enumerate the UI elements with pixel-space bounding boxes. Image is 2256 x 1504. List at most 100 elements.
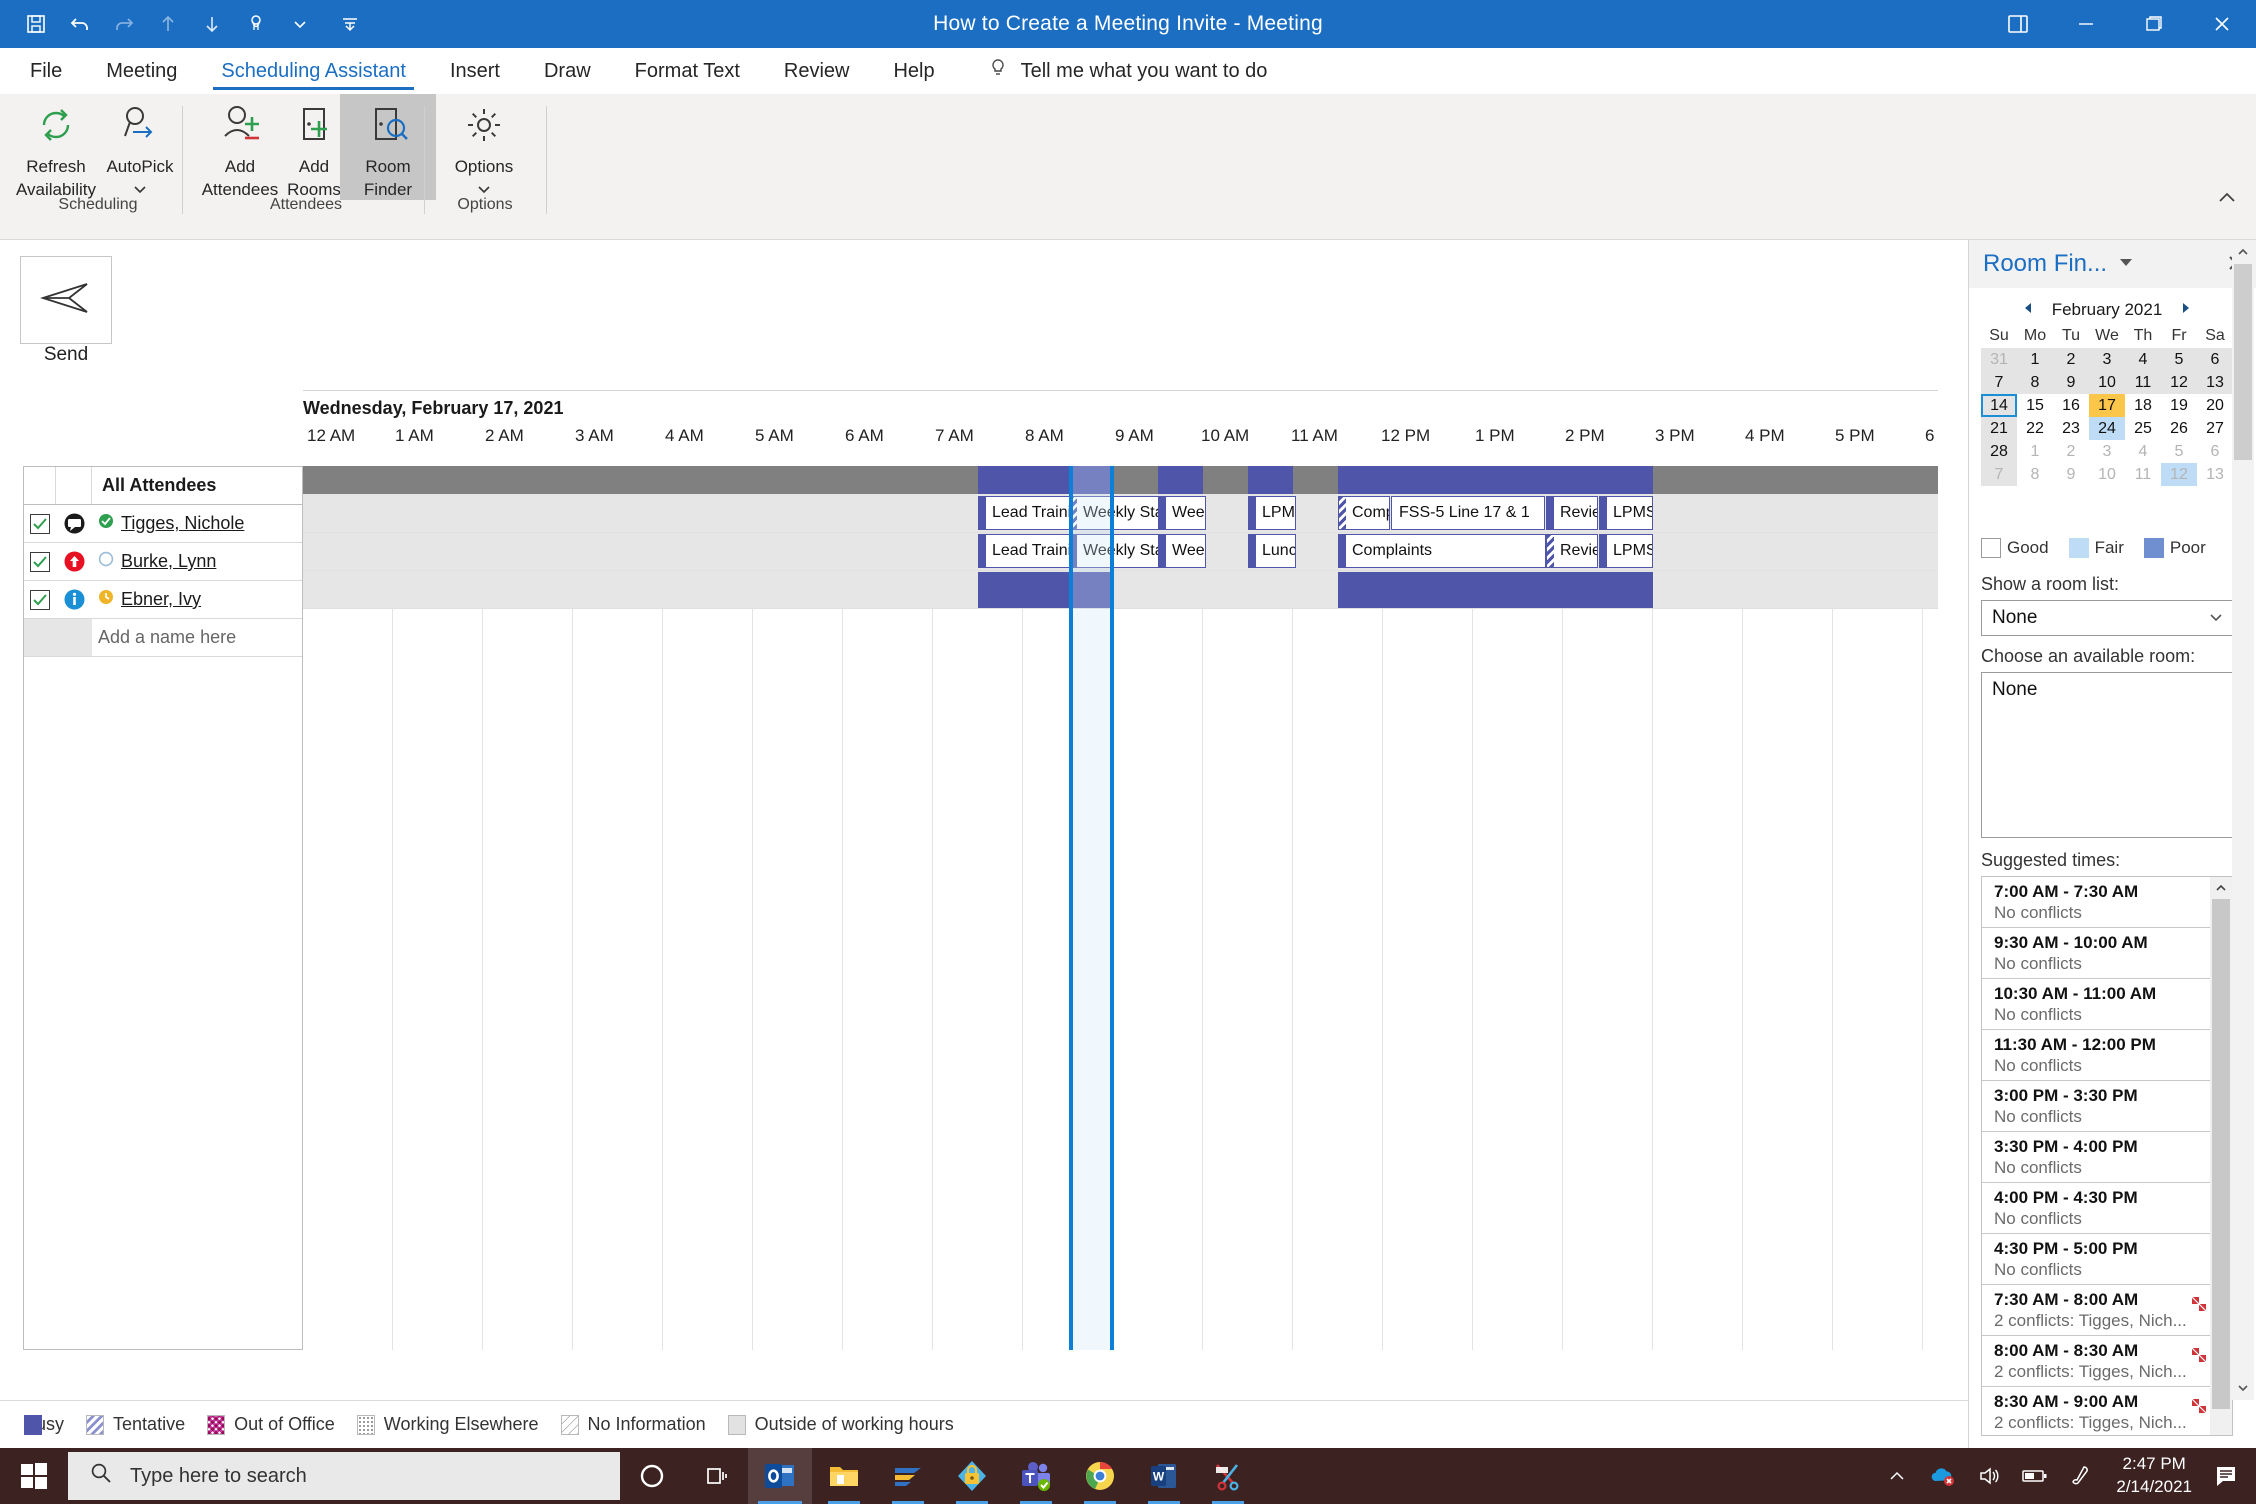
calendar-day[interactable]: 19 xyxy=(2161,394,2197,417)
task-view-icon[interactable] xyxy=(684,1448,748,1504)
calendar-day[interactable]: 6 xyxy=(2197,440,2233,463)
list-item[interactable]: 3:30 PM - 4:00 PM No conflicts xyxy=(1982,1132,2232,1183)
calendar-day[interactable]: 22 xyxy=(2017,417,2053,440)
pane-scrollbar-thumb[interactable] xyxy=(2234,264,2252,460)
room-finder-button[interactable]: Room Finder xyxy=(340,94,436,200)
calendar-day[interactable]: 31 xyxy=(1981,348,2017,371)
calendar-prev-icon[interactable] xyxy=(2016,301,2040,319)
tab-file[interactable]: File xyxy=(8,49,84,93)
tab-meeting[interactable]: Meeting xyxy=(84,49,199,93)
calendar-day[interactable]: 25 xyxy=(2125,417,2161,440)
calendar-day[interactable]: 27 xyxy=(2197,417,2233,440)
tab-help[interactable]: Help xyxy=(871,49,956,93)
calendar-next-icon[interactable] xyxy=(2174,301,2198,319)
calendar-day[interactable]: 14 xyxy=(1981,394,2017,417)
appointment-block[interactable]: LPMS xyxy=(1599,534,1653,568)
appointment-block[interactable]: Complaints xyxy=(1338,496,1390,530)
scrollbar-thumb[interactable] xyxy=(2212,899,2230,1409)
mail-app-icon[interactable] xyxy=(876,1448,940,1504)
resource-attendee-icon[interactable] xyxy=(56,588,92,611)
search-input[interactable]: Type here to search xyxy=(68,1452,620,1500)
action-center-icon[interactable] xyxy=(2204,1448,2250,1504)
list-item[interactable]: 10:30 AM - 11:00 AM No conflicts xyxy=(1982,979,2232,1030)
show-room-list-select[interactable]: None xyxy=(1981,600,2233,636)
minimize-button[interactable] xyxy=(2052,0,2120,48)
suggested-times-scrollbar[interactable] xyxy=(2210,877,2232,1435)
appointment-block[interactable]: Lead Training xyxy=(978,534,1073,568)
available-rooms-list[interactable]: None xyxy=(1981,672,2233,838)
calendar-day[interactable]: 26 xyxy=(2161,417,2197,440)
table-row[interactable]: Ebner, Ivy xyxy=(24,581,302,619)
appointment-block[interactable]: Lunch xyxy=(1248,534,1296,568)
attendee-checkbox[interactable] xyxy=(24,514,56,534)
table-row[interactable]: Burke, Lynn xyxy=(24,543,302,581)
add-name-placeholder[interactable]: Add a name here xyxy=(92,627,302,648)
microsoft-word-icon[interactable]: W xyxy=(1132,1448,1196,1504)
tab-scheduling-assistant[interactable]: Scheduling Assistant xyxy=(199,49,428,93)
calendar-day[interactable]: 2 xyxy=(2053,348,2089,371)
customize-qat-icon[interactable] xyxy=(328,4,372,44)
calendar-day[interactable]: 11 xyxy=(2125,371,2161,394)
calendar-day[interactable]: 1 xyxy=(2017,348,2053,371)
touch-mode-icon[interactable] xyxy=(234,4,278,44)
attendee-checkbox[interactable] xyxy=(24,590,56,610)
send-button[interactable] xyxy=(20,256,112,344)
attendee-checkbox[interactable] xyxy=(24,552,56,572)
calendar-day[interactable]: 4 xyxy=(2125,440,2161,463)
add-attendee-row[interactable]: Add a name here xyxy=(24,619,302,657)
calendar-day[interactable]: 20 xyxy=(2197,394,2233,417)
appointment-block[interactable]: Weekly Stand Up xyxy=(1069,496,1159,530)
calendar-day[interactable]: 13 xyxy=(2197,371,2233,394)
calendar-day[interactable]: 23 xyxy=(2053,417,2089,440)
onedrive-error-icon[interactable] xyxy=(1920,1448,1966,1504)
appointment-block[interactable]: Complaints xyxy=(1338,534,1546,568)
touch-mode-chevron-icon[interactable] xyxy=(278,4,322,44)
calendar-days[interactable]: 31 1 2 3 4 5 6 7 8 9 10 11 12 13 14 15 1… xyxy=(1981,348,2233,486)
list-item[interactable]: 9:30 AM - 10:00 AM No conflicts xyxy=(1982,928,2232,979)
calendar-day[interactable]: 15 xyxy=(2017,394,2053,417)
available-room-item[interactable]: None xyxy=(1992,679,2232,701)
autopick-button[interactable]: AutoPick xyxy=(92,94,188,200)
refresh-availability-button[interactable]: Refresh Availability xyxy=(8,94,104,200)
optional-attendee-icon[interactable] xyxy=(56,550,92,573)
calendar-day[interactable]: 2 xyxy=(2053,440,2089,463)
microsoft-teams-icon[interactable] xyxy=(1004,1448,1068,1504)
volume-icon[interactable] xyxy=(1966,1448,2012,1504)
room-finder-caret-icon[interactable] xyxy=(2117,255,2135,274)
calendar-day[interactable]: 3 xyxy=(2089,440,2125,463)
suggested-times-list[interactable]: 7:00 AM - 7:30 AM No conflicts 9:30 AM -… xyxy=(1981,876,2233,1436)
calendar-day[interactable]: 16 xyxy=(2053,394,2089,417)
calendar-day[interactable]: 7 xyxy=(1981,371,2017,394)
required-attendee-icon[interactable] xyxy=(56,512,92,535)
outlook-icon[interactable] xyxy=(748,1448,812,1504)
cortana-icon[interactable] xyxy=(620,1448,684,1504)
appointment-block[interactable]: FSS-5 Line 17 & 1 xyxy=(1391,496,1545,530)
appointment-block[interactable]: LPMS xyxy=(1248,496,1296,530)
calendar-day[interactable]: 4 xyxy=(2125,348,2161,371)
snipping-tool-icon[interactable] xyxy=(1196,1448,1260,1504)
attendee-name[interactable]: Ebner, Ivy xyxy=(121,589,201,610)
appointment-block[interactable]: Weekly Stand Up xyxy=(1069,534,1159,568)
availability-grid[interactable]: Lead Training Weekly Stand Up Weekly LPM… xyxy=(303,466,1938,1350)
chevron-down-icon[interactable] xyxy=(2208,607,2224,629)
calendar-day[interactable]: 13 xyxy=(2197,463,2233,486)
list-item[interactable]: 8:00 AM - 8:30 AM 2 conflicts: Tigges, N… xyxy=(1982,1336,2232,1387)
appointment-block[interactable]: Review xyxy=(1546,534,1598,568)
tab-format-text[interactable]: Format Text xyxy=(613,49,762,93)
calendar-day[interactable]: 3 xyxy=(2089,348,2125,371)
calendar-day[interactable]: 11 xyxy=(2125,463,2161,486)
scroll-up-icon[interactable] xyxy=(2210,877,2232,899)
calendar-day[interactable]: 7 xyxy=(1981,463,2017,486)
appointment-block[interactable]: Lead Training xyxy=(978,496,1073,530)
calendar-day[interactable]: 8 xyxy=(2017,371,2053,394)
next-item-icon[interactable] xyxy=(190,4,234,44)
pane-scroll-up-icon[interactable] xyxy=(2232,240,2254,264)
google-chrome-icon[interactable] xyxy=(1068,1448,1132,1504)
pen-icon[interactable] xyxy=(2058,1448,2104,1504)
calendar-day[interactable]: 21 xyxy=(1981,417,2017,440)
taskbar-clock[interactable]: 2:47 PM 2/14/2021 xyxy=(2104,1453,2204,1499)
appointment-block[interactable]: Review xyxy=(1546,496,1598,530)
tab-review[interactable]: Review xyxy=(762,49,872,93)
attendee-name[interactable]: Burke, Lynn xyxy=(121,551,216,572)
file-explorer-icon[interactable] xyxy=(812,1448,876,1504)
